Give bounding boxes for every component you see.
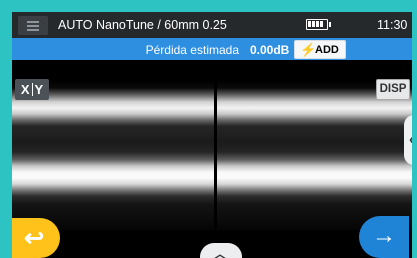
estimated-loss-label: Pérdida estimada (145, 43, 239, 57)
lightning-bolt-icon: ⚡ (300, 42, 317, 57)
estimated-loss-bar: Pérdida estimada 0.00dB ⚡ ADD (12, 38, 412, 60)
chevron-up-icon: ︿ (214, 247, 227, 258)
hamburger-menu-icon (27, 25, 39, 27)
device-frame-left (0, 0, 12, 258)
disp-button[interactable]: DISP (376, 79, 410, 100)
battery-full-icon (306, 19, 331, 30)
right-arrow-icon: → (372, 222, 396, 249)
menu-button[interactable] (18, 16, 48, 35)
device-frame-top (0, 0, 417, 12)
chevron-left-icon: ‹ (409, 131, 412, 148)
device-frame-right (412, 0, 417, 258)
xy-y-label: Y (34, 82, 44, 97)
hamburger-menu-icon (27, 29, 39, 31)
back-button[interactable]: ↩ (12, 218, 60, 258)
side-panel-tab[interactable]: ‹ (404, 115, 412, 165)
estimated-loss-value: 0.00dB (250, 43, 290, 57)
fiber-image (12, 80, 412, 230)
add-button[interactable]: ⚡ ADD (294, 40, 346, 59)
fiber-image-view (12, 60, 412, 258)
page-title: AUTO NanoTune / 60mm 0.25 (58, 18, 227, 32)
add-button-label: ADD (315, 44, 339, 56)
next-button[interactable]: → (359, 216, 409, 258)
hamburger-menu-icon (27, 21, 39, 23)
splicer-screen: AUTO NanoTune / 60mm 0.25 11:30 Pérdida … (12, 12, 412, 258)
xy-x-label: X (20, 82, 30, 97)
bottom-panel-tab[interactable]: ︿ (200, 243, 242, 258)
center-line (214, 60, 217, 258)
return-arrow-icon: ↩ (24, 225, 45, 252)
xy-view-button[interactable]: XY (15, 79, 49, 100)
title-bar: AUTO NanoTune / 60mm 0.25 11:30 (12, 12, 412, 38)
clock: 11:30 (377, 18, 408, 32)
